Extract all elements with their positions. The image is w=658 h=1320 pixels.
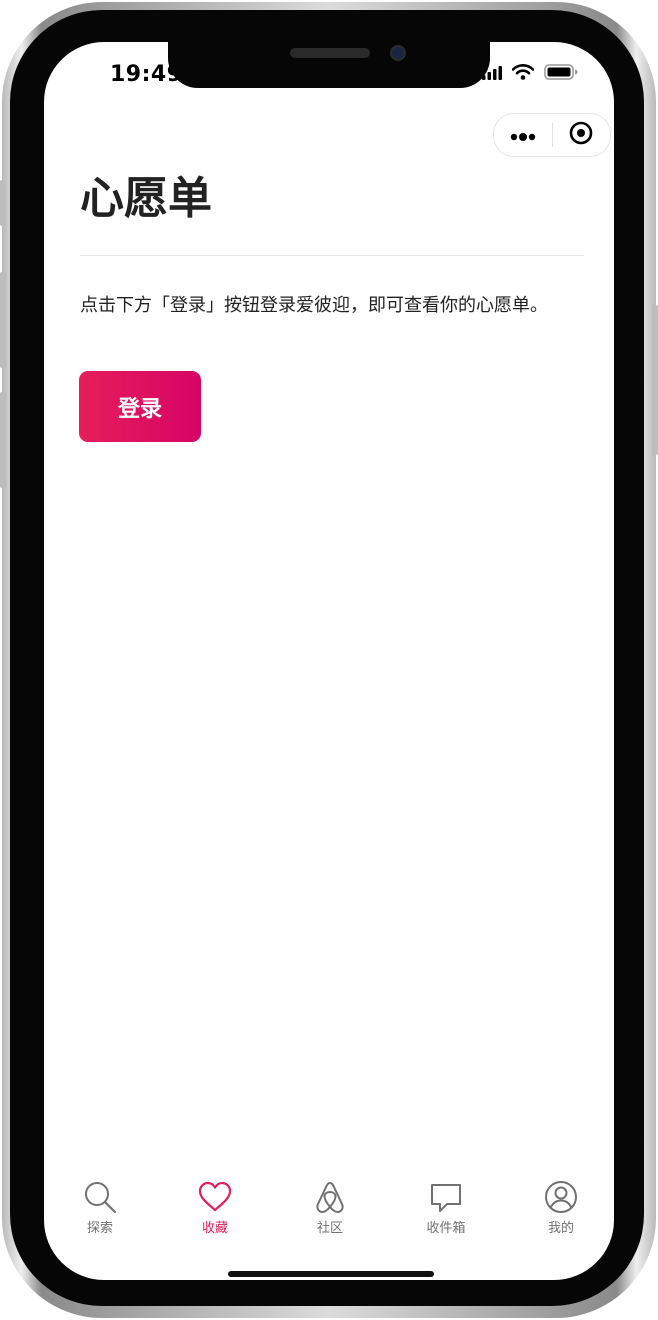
notch [168,40,490,88]
profile-icon [544,1180,578,1214]
airbnb-logo-icon [313,1180,347,1214]
miniprogram-capsule [493,113,611,157]
volume-up-button [0,272,6,368]
tab-profile-label: 我的 [547,1221,574,1236]
tab-community-label: 社区 [316,1221,343,1236]
close-miniprogram-button[interactable] [552,114,610,156]
header-divider [80,255,584,256]
home-indicator [228,1271,434,1277]
tab-explore[interactable]: 探索 [60,1180,140,1242]
power-button [652,305,658,455]
tab-inbox-label: 收件箱 [426,1221,466,1236]
battery-icon [544,64,578,84]
tab-inbox[interactable]: 收件箱 [406,1180,486,1242]
login-button[interactable]: 登录 [79,371,201,442]
search-icon [83,1180,117,1214]
more-button[interactable] [494,114,552,156]
tab-explore-label: 探索 [86,1221,113,1236]
more-dots-icon [510,126,536,145]
screen: 19:49 心愿单 点击下方「登录」按钮登录爱彼迎，即可查看你的心愿单。 登录 … [44,42,614,1280]
mute-switch [0,180,6,226]
tab-wishlist[interactable]: 收藏 [175,1180,255,1242]
earpiece-speaker [290,48,370,58]
front-camera [390,45,406,61]
volume-down-button [0,392,6,488]
page-title: 心愿单 [80,173,212,224]
login-prompt-text: 点击下方「登录」按钮登录爱彼迎，即可查看你的心愿单。 [80,295,548,316]
heart-icon [198,1180,232,1214]
target-circle-icon [569,121,593,149]
tab-bar: 探索 收藏 社区 收件箱 我的 [44,1180,614,1250]
tab-community[interactable]: 社区 [290,1180,370,1242]
wifi-icon [511,64,535,84]
message-icon [429,1180,463,1214]
status-icons [482,64,578,84]
tab-wishlist-label: 收藏 [201,1221,228,1236]
tab-profile[interactable]: 我的 [521,1180,601,1242]
